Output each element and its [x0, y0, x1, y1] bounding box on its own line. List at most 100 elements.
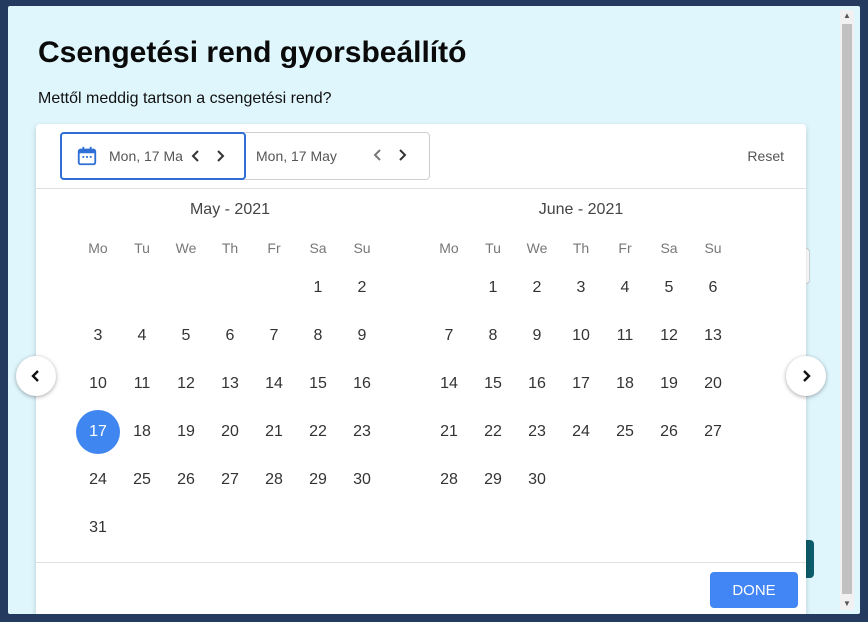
calendar-day[interactable]: 20: [208, 410, 252, 454]
calendar-day[interactable]: 14: [252, 362, 296, 406]
calendar-day[interactable]: 27: [691, 410, 735, 454]
calendar-day[interactable]: 28: [252, 458, 296, 502]
calendar-day[interactable]: 24: [559, 410, 603, 454]
weekday-label: Fr: [267, 240, 281, 256]
calendar-day[interactable]: 2: [340, 266, 384, 310]
picker-header: Mon, 17 May Mon, 17 May Reset: [36, 124, 806, 189]
scrollbar-thumb[interactable]: [842, 24, 852, 594]
calendar-day[interactable]: 26: [164, 458, 208, 502]
weekday-label: Su: [353, 240, 371, 256]
scrollbar[interactable]: ▲ ▼: [840, 10, 854, 610]
calendar-day[interactable]: 10: [76, 362, 120, 406]
chevron-left-icon: [31, 370, 39, 382]
calendar-icon: [77, 146, 97, 166]
calendar-day[interactable]: 19: [647, 362, 691, 406]
weekday-label: Mo: [88, 240, 108, 256]
scroll-down-icon[interactable]: ▼: [840, 598, 854, 610]
weekday-label: Sa: [660, 240, 678, 256]
calendar-day[interactable]: 14: [427, 362, 471, 406]
month-title: June - 2021: [538, 201, 624, 218]
calendar-day[interactable]: 24: [76, 458, 120, 502]
calendar-day[interactable]: 23: [515, 410, 559, 454]
date-range-field: Mon, 17 May Mon, 17 May: [60, 132, 430, 180]
end-date-value[interactable]: Mon, 17 May: [256, 148, 356, 164]
calendar-day[interactable]: 16: [340, 362, 384, 406]
dialog: Csengetési rend gyorsbeállító Mettől med…: [8, 6, 860, 614]
weekday-label: Su: [704, 240, 722, 256]
calendar-day[interactable]: 29: [296, 458, 340, 502]
selected-day[interactable]: 17: [76, 410, 120, 454]
calendar-day[interactable]: 5: [164, 314, 208, 358]
calendar-day[interactable]: 29: [471, 458, 515, 502]
calendar-day[interactable]: 11: [120, 362, 164, 406]
calendar-day[interactable]: 11: [603, 314, 647, 358]
calendar-day[interactable]: 31: [76, 506, 120, 550]
calendar-day[interactable]: 20: [691, 362, 735, 406]
calendar-day[interactable]: 9: [340, 314, 384, 358]
calendar-day[interactable]: 2: [515, 266, 559, 310]
calendar-day[interactable]: 6: [691, 266, 735, 310]
chevron-left-icon[interactable]: [188, 148, 204, 164]
calendar-day[interactable]: 10: [559, 314, 603, 358]
weekday-label: We: [526, 240, 548, 256]
calendar-day[interactable]: 15: [296, 362, 340, 406]
calendar-day[interactable]: 6: [208, 314, 252, 358]
calendar-day[interactable]: 25: [603, 410, 647, 454]
calendar-day[interactable]: 27: [208, 458, 252, 502]
calendar-day[interactable]: 18: [603, 362, 647, 406]
calendar-day[interactable]: 1: [471, 266, 515, 310]
calendar-day[interactable]: 8: [296, 314, 340, 358]
next-month-button[interactable]: [786, 356, 826, 396]
chevron-left-icon[interactable]: [370, 147, 386, 163]
weekday-label: Th: [221, 240, 239, 256]
weekday-label: Fr: [618, 240, 632, 256]
calendar-day[interactable]: 26: [647, 410, 691, 454]
calendar-day[interactable]: 12: [647, 314, 691, 358]
picker-footer: DONE: [36, 562, 806, 614]
calendar-day[interactable]: 15: [471, 362, 515, 406]
done-button[interactable]: DONE: [710, 572, 798, 608]
calendar-day[interactable]: 28: [427, 458, 471, 502]
calendar-day[interactable]: 4: [120, 314, 164, 358]
calendar-day[interactable]: 30: [515, 458, 559, 502]
reset-button[interactable]: Reset: [747, 148, 784, 164]
start-date-field[interactable]: Mon, 17 May: [60, 132, 246, 180]
calendar-day[interactable]: 19: [164, 410, 208, 454]
chevron-right-icon[interactable]: [394, 147, 410, 163]
month-title: May - 2021: [189, 201, 271, 218]
weekday-label: Mo: [439, 240, 459, 256]
calendar-day[interactable]: 7: [427, 314, 471, 358]
calendar-day[interactable]: 9: [515, 314, 559, 358]
calendar-day[interactable]: 8: [471, 314, 515, 358]
calendar-day[interactable]: 16: [515, 362, 559, 406]
calendar-day[interactable]: 21: [252, 410, 296, 454]
calendar-day[interactable]: 21: [427, 410, 471, 454]
calendar-day[interactable]: 25: [120, 458, 164, 502]
calendar-day[interactable]: 22: [296, 410, 340, 454]
calendar-day[interactable]: 1: [296, 266, 340, 310]
calendar-day[interactable]: 5: [647, 266, 691, 310]
scroll-up-icon[interactable]: ▲: [840, 10, 854, 22]
calendar-day[interactable]: 30: [340, 458, 384, 502]
calendar-day[interactable]: 13: [691, 314, 735, 358]
calendar-day[interactable]: 13: [208, 362, 252, 406]
prev-month-button[interactable]: [16, 356, 56, 396]
calendar-day[interactable]: 22: [471, 410, 515, 454]
calendar-day[interactable]: 7: [252, 314, 296, 358]
weekday-label: Sa: [309, 240, 327, 256]
weekday-label: Tu: [485, 240, 501, 256]
weekday-label: Tu: [134, 240, 150, 256]
calendar-day[interactable]: 18: [120, 410, 164, 454]
calendar-day[interactable]: 12: [164, 362, 208, 406]
calendar-day[interactable]: 4: [603, 266, 647, 310]
calendar-day[interactable]: 17: [559, 362, 603, 406]
page-title: Csengetési rend gyorsbeállító: [38, 36, 467, 69]
date-range-picker: Mon, 17 May Mon, 17 May Reset May - 2021…: [36, 124, 806, 614]
weekday-label: Th: [572, 240, 590, 256]
dialog-subtitle: Mettől meddig tartson a csengetési rend?: [38, 90, 332, 107]
calendar-day[interactable]: 3: [559, 266, 603, 310]
start-date-value[interactable]: Mon, 17 May: [109, 148, 183, 164]
chevron-right-icon[interactable]: [212, 148, 228, 164]
calendar-day[interactable]: 23: [340, 410, 384, 454]
calendar-day[interactable]: 3: [76, 314, 120, 358]
